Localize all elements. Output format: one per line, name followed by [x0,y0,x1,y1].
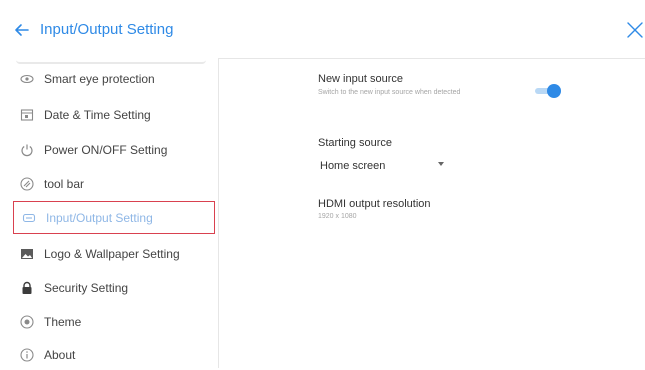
new-input-source-title: New input source [318,73,403,85]
power-icon [20,143,34,157]
sidebar-item-label: Smart eye protection [44,72,155,86]
arrow-left-icon[interactable] [14,22,30,38]
hdmi-output-title: HDMI output resolution [318,198,431,210]
starting-source-value: Home screen [320,160,386,172]
sidebar-item-label: tool bar [44,177,85,191]
starting-source-title: Starting source [318,137,392,149]
new-input-source-toggle[interactable] [531,84,567,98]
close-icon[interactable] [626,20,644,40]
sidebar-item-label: Date & Time Setting [44,108,151,122]
sidebar-item-label: Logo & Wallpaper Setting [44,247,180,261]
sidebar-item-smart-eye-protection[interactable]: Smart eye protection [12,64,212,94]
sidebar-item-label: Security Setting [44,281,129,295]
sidebar-item-label: Theme [44,315,82,329]
starting-source-dropdown[interactable]: Home screen [318,157,450,175]
sidebar-item-power[interactable]: Power ON/OFF Setting [12,135,212,165]
toggle-knob [547,84,561,98]
sidebar-item-date-time[interactable]: Date & Time Setting [12,100,212,130]
sidebar-item-security[interactable]: Security Setting [12,273,212,303]
sidebar-item-logo-wallpaper[interactable]: Logo & Wallpaper Setting [12,239,212,269]
new-input-source-description: Switch to the new input source when dete… [318,89,461,96]
info-icon [20,348,34,362]
sidebar-item-about[interactable]: About [12,340,212,370]
sidebar-item-theme[interactable]: Theme [12,307,212,337]
sidebar-item-label: About [44,348,76,362]
eye-icon [20,72,34,86]
header-bar: Input/Output Setting [0,0,645,59]
toolbar-icon [20,177,34,191]
sidebar-item-label: Input/Output Setting [46,210,153,225]
sidebar-item-tool-bar[interactable]: tool bar [12,169,212,199]
image-icon [20,247,34,261]
lock-icon [20,281,34,295]
theme-icon [20,315,34,329]
input-output-icon [22,211,36,225]
sidebar-item-label: Power ON/OFF Setting [44,143,168,157]
sidebar-item-input-output[interactable]: Input/Output Setting [13,201,215,234]
hdmi-output-value: 1920 x 1080 [318,213,357,220]
calendar-icon [20,108,34,122]
chevron-down-icon [438,162,444,166]
page-title: Input/Output Setting [40,21,174,38]
